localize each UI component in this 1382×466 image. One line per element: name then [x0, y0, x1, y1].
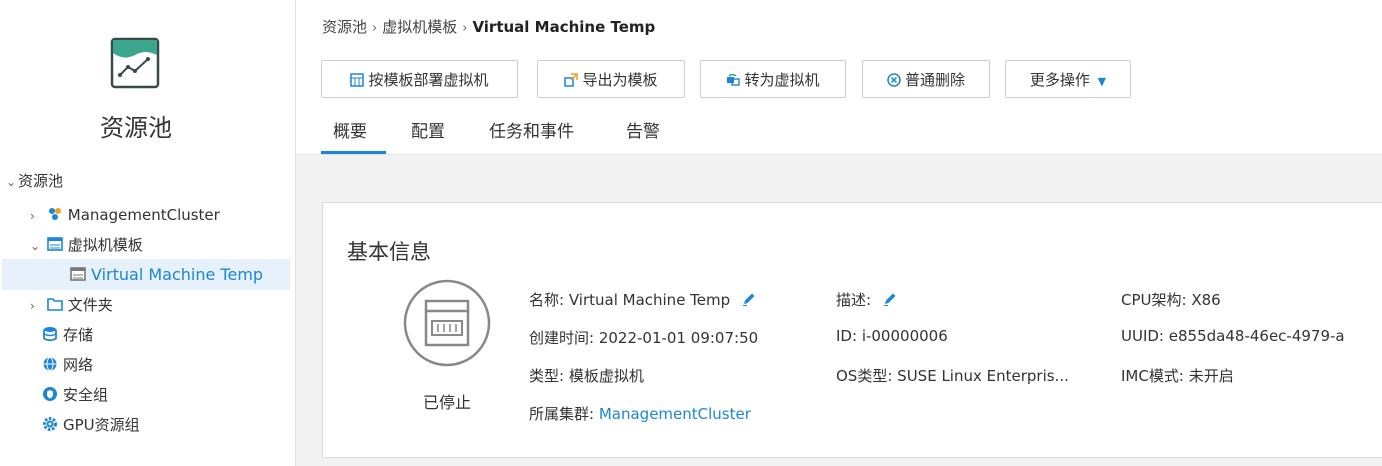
cluster-link[interactable]: ManagementCluster — [599, 405, 751, 423]
field-type: 类型: 模板虚拟机 — [529, 365, 644, 386]
breadcrumb-item[interactable]: 虚拟机模板 — [382, 18, 457, 36]
field-label: IMC模式: — [1121, 367, 1184, 385]
convert-to-vm-button[interactable]: 转为虚拟机 — [700, 60, 846, 98]
tree-item-gpu-group[interactable]: GPU资源组 — [42, 410, 140, 440]
card-title: 基本信息 — [347, 240, 431, 264]
field-label: 所属集群: — [529, 405, 595, 423]
tree-item-label: 虚拟机模板 — [67, 236, 143, 254]
field-value: X86 — [1191, 291, 1221, 309]
network-globe-icon — [43, 357, 57, 371]
tree-item-management-cluster[interactable]: › ManagementCluster — [30, 200, 220, 230]
sidebar: 资源池 ⌄ 资源池 › ManagementCluster ⌄ 虚拟机模板 Vir… — [0, 0, 296, 466]
tree-item-label: 网络 — [63, 356, 94, 374]
tree-item-label: Virtual Machine Temp — [91, 265, 264, 284]
button-label: 按模板部署虚拟机 — [368, 71, 489, 89]
deploy-from-template-button[interactable]: 按模板部署虚拟机 — [321, 60, 518, 98]
breadcrumb-current: Virtual Machine Temp — [472, 18, 656, 36]
tree-item-label: 资源池 — [18, 172, 64, 190]
vm-template-status-icon — [403, 279, 491, 367]
button-label: 导出为模板 — [582, 71, 658, 89]
tree-item-label: ManagementCluster — [67, 206, 220, 224]
folder-icon — [46, 298, 63, 311]
resource-pool-logo-icon — [110, 37, 160, 89]
field-description: 描述: — [836, 289, 898, 310]
tab-tasks-events[interactable]: 任务和事件 — [489, 117, 574, 142]
breadcrumb-separator: › — [372, 21, 378, 36]
chevron-right-icon[interactable]: › — [30, 201, 42, 231]
field-label: UUID: — [1121, 327, 1164, 345]
tree-item-root[interactable]: ⌄ 资源池 — [6, 166, 63, 196]
field-label: CPU架构: — [1121, 291, 1187, 309]
export-icon — [564, 73, 579, 87]
field-label: 名称: — [529, 291, 565, 309]
vm-status-label: 已停止 — [422, 393, 471, 412]
field-imc-mode: IMC模式: 未开启 — [1121, 365, 1234, 386]
field-label: OS类型: — [836, 367, 893, 385]
field-label: 类型: — [529, 367, 565, 385]
edit-pencil-icon[interactable] — [741, 291, 757, 307]
vm-template-icon — [70, 267, 86, 281]
field-label: 创建时间: — [529, 329, 595, 347]
field-label: 描述: — [836, 291, 872, 309]
tree-item-folder[interactable]: › 文件夹 — [30, 290, 113, 320]
delete-button[interactable]: 普通删除 — [862, 60, 990, 98]
more-actions-dropdown[interactable]: 更多操作 ▼ — [1005, 60, 1131, 98]
storage-icon — [43, 327, 57, 342]
button-label: 普通删除 — [904, 71, 965, 89]
field-uuid: UUID: e855da48-46ec-4979-a — [1121, 327, 1345, 345]
tree-item-label: 文件夹 — [67, 296, 113, 314]
button-label: 转为虚拟机 — [744, 71, 820, 89]
chevron-down-icon[interactable]: ⌄ — [6, 167, 18, 197]
edit-pencil-icon[interactable] — [882, 291, 898, 307]
tree-item-label: 存储 — [63, 326, 94, 344]
field-name: 名称: Virtual Machine Temp — [529, 289, 757, 310]
field-id: ID: i-00000006 — [836, 327, 948, 345]
delete-circle-icon — [887, 73, 901, 87]
field-created-time: 创建时间: 2022-01-01 09:07:50 — [529, 327, 758, 348]
tab-config[interactable]: 配置 — [411, 117, 445, 142]
caret-down-icon: ▼ — [1097, 75, 1107, 88]
chevron-right-icon[interactable]: › — [30, 291, 42, 321]
breadcrumb: 资源池 › 虚拟机模板 › Virtual Machine Temp — [322, 16, 655, 37]
field-value: 未开启 — [1188, 367, 1234, 385]
tree-item-network[interactable]: 网络 — [42, 350, 93, 380]
template-folder-icon — [46, 237, 63, 251]
field-value: i-00000006 — [861, 327, 948, 345]
field-os-type: OS类型: SUSE Linux Enterpris... — [836, 365, 1069, 386]
tree-item-vm-template-selected[interactable]: Virtual Machine Temp — [70, 260, 263, 290]
tab-overview[interactable]: 概要 — [333, 117, 367, 142]
chevron-down-icon[interactable]: ⌄ — [30, 231, 42, 261]
tree-item-vm-templates[interactable]: ⌄ 虚拟机模板 — [30, 230, 143, 260]
tree-item-security-group[interactable]: 安全组 — [42, 380, 108, 410]
field-label: ID: — [836, 327, 858, 345]
basic-info-card: 基本信息 已停止 名称: Virtual Machine Temp 创建时间: … — [322, 202, 1382, 458]
breadcrumb-separator: › — [462, 21, 468, 36]
tab-alarms[interactable]: 告警 — [626, 117, 660, 142]
resource-pool-title: 资源池 — [100, 114, 172, 142]
export-as-template-button[interactable]: 导出为模板 — [537, 60, 685, 98]
field-value: 模板虚拟机 — [568, 367, 644, 385]
cluster-icon — [48, 208, 61, 220]
field-value: Virtual Machine Temp — [568, 291, 731, 309]
gpu-gear-icon — [43, 417, 57, 431]
tree-item-label: 安全组 — [63, 386, 109, 404]
tree-item-label: GPU资源组 — [63, 416, 140, 434]
field-value: e855da48-46ec-4979-a — [1168, 327, 1345, 345]
field-value: SUSE Linux Enterpris... — [897, 367, 1069, 385]
tree-item-storage[interactable]: 存储 — [42, 320, 93, 350]
deploy-icon — [350, 73, 365, 87]
security-group-icon — [43, 387, 57, 401]
field-cluster: 所属集群: ManagementCluster — [529, 403, 751, 424]
breadcrumb-item[interactable]: 资源池 — [322, 18, 367, 36]
button-label: 更多操作 — [1029, 71, 1090, 89]
field-value: 2022-01-01 09:07:50 — [598, 329, 759, 347]
convert-icon — [727, 73, 741, 86]
field-cpu-arch: CPU架构: X86 — [1121, 289, 1221, 310]
main-panel: 资源池 › 虚拟机模板 › Virtual Machine Temp 按模板部署虚拟机 … — [296, 0, 1382, 466]
